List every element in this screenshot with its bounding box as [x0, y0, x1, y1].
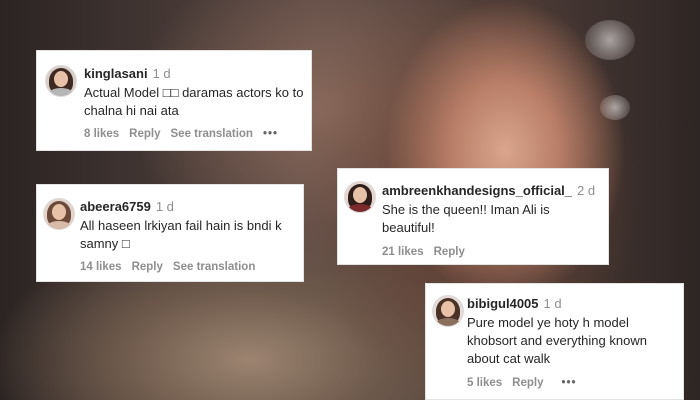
comment-card: ambreenkhandesigns_official_ 2 d She is t… — [337, 168, 609, 265]
comment-username[interactable]: kinglasani — [84, 66, 148, 81]
comment-actions: 14 likes Reply See translation — [80, 261, 265, 273]
comment-header: ambreenkhandesigns_official_ 2 d — [382, 183, 595, 198]
user-avatar[interactable] — [45, 65, 77, 97]
comment-card: abeera6759 1 d All haseen lrkiyan fail ha… — [36, 184, 304, 282]
comment-header: abeera6759 1 d — [80, 199, 174, 214]
comment-time: 2 d — [577, 183, 596, 198]
comment-card: bibigul4005 1 d Pure model ye hoty h mode… — [425, 283, 684, 400]
comment-time: 1 d — [152, 66, 171, 81]
comment-actions: 8 likes Reply See translation ••• — [84, 128, 288, 140]
comment-actions: 5 likes Reply ••• — [467, 377, 587, 389]
background-light-glint — [600, 95, 630, 120]
comment-username[interactable]: abeera6759 — [80, 199, 151, 214]
likes-count[interactable]: 8 likes — [84, 128, 119, 140]
more-options-icon[interactable]: ••• — [562, 377, 577, 389]
background-light-glint — [585, 20, 635, 60]
likes-count[interactable]: 21 likes — [382, 246, 424, 258]
reply-button[interactable]: Reply — [434, 246, 465, 258]
user-avatar[interactable] — [43, 198, 75, 230]
likes-count[interactable]: 5 likes — [467, 377, 502, 389]
reply-button[interactable]: Reply — [512, 377, 543, 389]
see-translation-button[interactable]: See translation — [173, 261, 255, 273]
comment-username[interactable]: ambreenkhandesigns_official_ — [382, 183, 572, 198]
more-options-icon[interactable]: ••• — [263, 128, 278, 140]
comment-text: Actual Model □□ daramas actors ko to cha… — [84, 85, 304, 118]
likes-count[interactable]: 14 likes — [80, 261, 122, 273]
reply-button[interactable]: Reply — [129, 128, 160, 140]
comment-username[interactable]: bibigul4005 — [467, 296, 539, 311]
see-translation-button[interactable]: See translation — [171, 128, 253, 140]
user-avatar[interactable] — [344, 181, 376, 213]
comment-text: All haseen lrkiyan fail hain is bndi k s… — [80, 218, 282, 251]
comment-text: She is the queen!! Iman Ali is beautiful… — [382, 202, 550, 235]
reply-button[interactable]: Reply — [132, 261, 163, 273]
comment-text: Pure model ye hoty h model khobsort and … — [467, 315, 647, 366]
comment-card: kinglasani 1 d Actual Model □□ daramas ac… — [36, 50, 312, 151]
user-avatar[interactable] — [432, 295, 464, 327]
comment-header: kinglasani 1 d — [84, 66, 171, 81]
comment-time: 1 d — [155, 199, 174, 214]
comment-time: 1 d — [543, 296, 562, 311]
comment-actions: 21 likes Reply — [382, 246, 475, 258]
comment-header: bibigul4005 1 d — [467, 296, 562, 311]
